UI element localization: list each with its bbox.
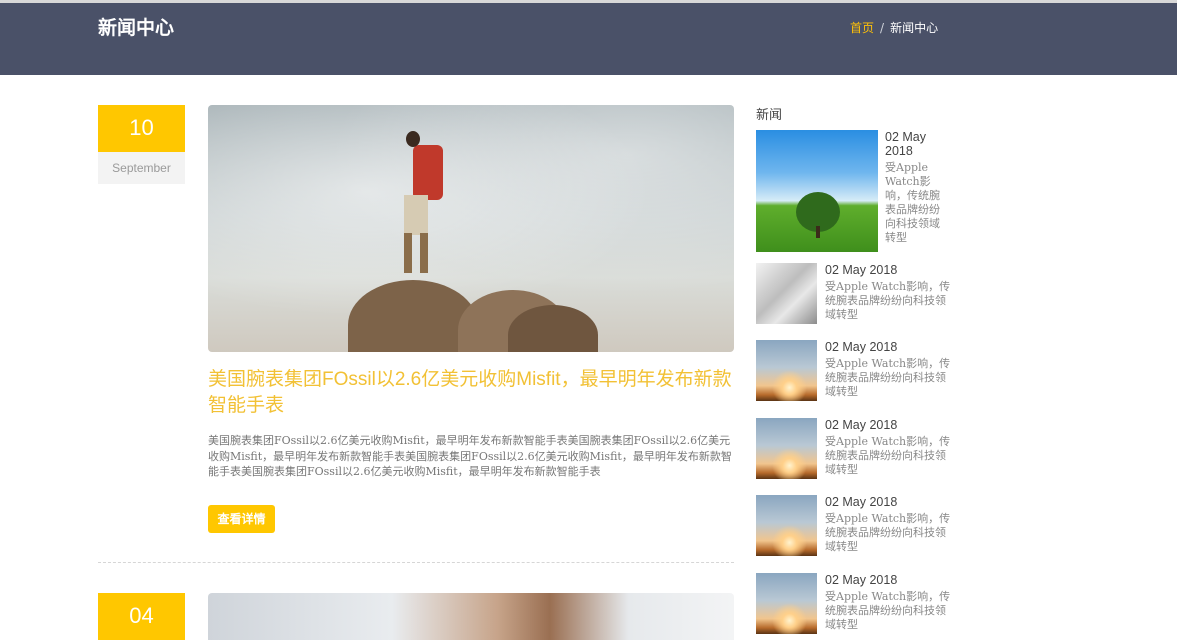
breadcrumb: 首页 / 新闻中心 (850, 19, 938, 36)
sidebar-news-item[interactable]: 02 May 2018 受Apple Watch影响，传统腕表品牌纷纷向科技领域… (756, 573, 956, 634)
post-date-month: September (98, 152, 185, 184)
post-date-badge: 04 (98, 593, 185, 640)
news-thumbnail[interactable] (756, 263, 817, 324)
post-image-woman[interactable] (208, 593, 734, 640)
news-date: 02 May 2018 (825, 495, 898, 509)
news-thumbnail[interactable] (756, 418, 817, 479)
sidebar-news-item[interactable]: 02 May 2018 受Apple Watch影响，传统腕表品牌纷纷向科技领域… (756, 130, 956, 252)
news-date: 02 May 2018 (825, 340, 898, 354)
news-date: 02 May 2018 (885, 130, 926, 158)
breadcrumb-separator: / (880, 21, 885, 35)
news-title-link[interactable]: 受Apple Watch影响，传统腕表品牌纷纷向科技领域转型 (825, 435, 953, 477)
news-thumbnail[interactable] (756, 340, 817, 401)
post-divider (98, 562, 734, 563)
sidebar-news-item[interactable]: 02 May 2018 受Apple Watch影响，传统腕表品牌纷纷向科技领域… (756, 495, 956, 556)
news-thumbnail[interactable] (756, 495, 817, 556)
news-date: 02 May 2018 (825, 573, 898, 587)
news-title-link[interactable]: 受Apple Watch影响，传统腕表品牌纷纷向科技领域转型 (825, 590, 953, 632)
sidebar-news-item[interactable]: 02 May 2018 受Apple Watch影响，传统腕表品牌纷纷向科技领域… (756, 418, 956, 479)
post-date-badge: 10 September (98, 105, 185, 184)
post-excerpt: 美国腕表集团FOssil以2.6亿美元收购Misfit，最早明年发布新款智能手表… (208, 434, 732, 478)
breadcrumb-current: 新闻中心 (890, 21, 939, 35)
news-thumbnail[interactable] (756, 573, 817, 634)
view-details-button[interactable]: 查看详情 (208, 505, 275, 533)
post-title-link[interactable]: 美国腕表集团FOssil以2.6亿美元收购Misfit，最早明年发布新款智能手表 (208, 367, 734, 419)
sidebar-title: 新闻 (756, 107, 783, 122)
news-thumbnail[interactable] (756, 130, 878, 252)
breadcrumb-home-link[interactable]: 首页 (850, 21, 874, 35)
post-date-day: 10 (98, 105, 185, 152)
sidebar-news-item[interactable]: 02 May 2018 受Apple Watch影响，传统腕表品牌纷纷向科技领域… (756, 263, 956, 324)
sidebar-news-item[interactable]: 02 May 2018 受Apple Watch影响，传统腕表品牌纷纷向科技领域… (756, 340, 956, 401)
news-title-link[interactable]: 受Apple Watch影响，传统腕表品牌纷纷向科技领域转型 (825, 512, 953, 554)
news-title-link[interactable]: 受Apple Watch影响，传统腕表品牌纷纷向科技领域转型 (825, 357, 953, 399)
news-date: 02 May 2018 (825, 418, 898, 432)
news-date: 02 May 2018 (825, 263, 898, 277)
news-title-link[interactable]: 受Apple Watch影响，传统腕表品牌纷纷向科技领域转型 (825, 280, 953, 322)
post-image-hiker[interactable] (208, 105, 734, 352)
news-title-link[interactable]: 受Apple Watch影响，传统腕表品牌纷纷向科技领域转型 (885, 161, 947, 245)
page-header: 新闻中心 首页 / 新闻中心 (0, 3, 1177, 75)
page-title: 新闻中心 (98, 17, 175, 39)
post-date-day: 04 (98, 593, 185, 640)
